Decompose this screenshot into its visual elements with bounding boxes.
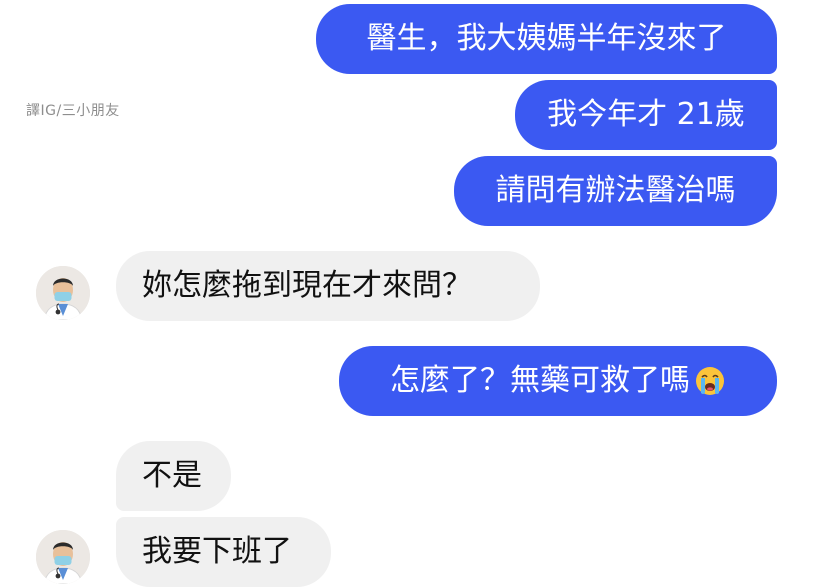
outgoing-message[interactable]: 我今年才 21歲 (515, 80, 777, 150)
watermark: 譯IG/三小朋友 (26, 103, 120, 119)
incoming-message[interactable]: 我要下班了 (116, 517, 331, 587)
message-text: 不是 (142, 458, 202, 493)
loudly-crying-face-icon (694, 365, 726, 397)
outgoing-message[interactable]: 請問有辦法醫治嗎 (454, 156, 777, 226)
message-text: 我要下班了 (142, 534, 292, 569)
incoming-message[interactable]: 不是 (116, 441, 231, 511)
message-text: 請問有辦法醫治嗎 (495, 173, 736, 208)
message-text: 妳怎麼拖到現在才來問？ (142, 268, 472, 303)
doctor-avatar-icon[interactable] (36, 266, 90, 320)
chat-thread: 譯IG/三小朋友 醫生，我大姨媽半年沒來了 我今年才 21歲 請問有辦法醫治嗎 … (0, 0, 828, 587)
message-text: 怎麼了？無藥可救了嗎 (390, 363, 690, 398)
doctor-avatar-icon[interactable] (36, 530, 90, 584)
message-text: 我今年才 21歲 (547, 97, 745, 132)
message-text: 醫生，我大姨媽半年沒來了 (366, 21, 727, 56)
outgoing-message[interactable]: 怎麼了？無藥可救了嗎 (339, 346, 777, 416)
outgoing-message[interactable]: 醫生，我大姨媽半年沒來了 (316, 4, 777, 74)
incoming-message[interactable]: 妳怎麼拖到現在才來問？ (116, 251, 540, 321)
